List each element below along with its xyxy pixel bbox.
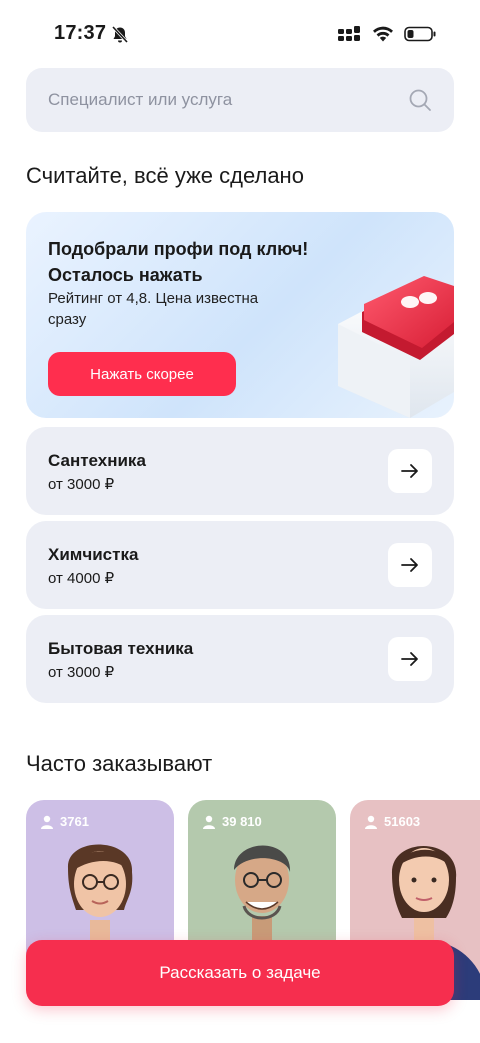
user-icon [365, 815, 377, 829]
arrow-right-button[interactable] [388, 543, 432, 587]
category-card-dry-cleaning[interactable]: Химчистка от 4000 ₽ [26, 521, 454, 609]
status-time: 17:37 [54, 22, 107, 44]
specialist-count-value: 3761 [60, 814, 89, 829]
status-bar: 17:37 [0, 0, 480, 70]
user-icon [203, 815, 215, 829]
category-name: Бытовая техника [48, 639, 194, 658]
search-placeholder[interactable]: Специалист или услуга [48, 90, 232, 110]
section-title-popular: Часто заказывают [26, 751, 213, 776]
wifi-icon [372, 26, 394, 47]
specialist-count-value: 39 810 [222, 814, 262, 829]
section-title-ready: Считайте, всё уже сделано [26, 163, 304, 188]
category-price: от 3000 ₽ [48, 476, 115, 493]
promo-card[interactable]: Подобрали профи под ключ! Осталось нажат… [26, 212, 454, 418]
promo-button[interactable]: Нажать скорее [48, 352, 236, 396]
promo-title: Подобрали профи под ключ! Осталось нажат… [48, 239, 309, 285]
arrow-right-button[interactable] [388, 637, 432, 681]
specialist-count-value: 51603 [384, 814, 421, 829]
red-button-illustration [324, 268, 454, 418]
category-card-plumbing[interactable]: Сантехника от 3000 ₽ [26, 427, 454, 515]
category-price: от 3000 ₽ [48, 664, 115, 681]
category-price: от 4000 ₽ [48, 570, 115, 587]
arrow-right-icon [401, 464, 418, 478]
arrow-right-icon [401, 652, 418, 666]
arrow-right-icon [401, 558, 418, 572]
promo-text: Рейтинг от 4,8. Цена известна сразу [48, 290, 259, 328]
describe-task-button[interactable]: Рассказать о задаче [26, 940, 454, 1006]
bell-slash-icon [111, 25, 129, 44]
search-icon[interactable] [408, 88, 432, 112]
category-card-appliances[interactable]: Бытовая техника от 3000 ₽ [26, 615, 454, 703]
specialist-count: 3761 [40, 814, 89, 829]
battery-icon [404, 26, 436, 47]
arrow-right-button[interactable] [388, 449, 432, 493]
user-icon [41, 815, 53, 829]
specialist-count: 39 810 [202, 814, 262, 829]
specialist-count: 51603 [364, 814, 420, 829]
search-bar[interactable]: Специалист или услуга [26, 68, 454, 132]
cellular-icon [338, 26, 362, 47]
category-name: Химчистка [48, 545, 139, 564]
category-name: Сантехника [48, 451, 146, 470]
